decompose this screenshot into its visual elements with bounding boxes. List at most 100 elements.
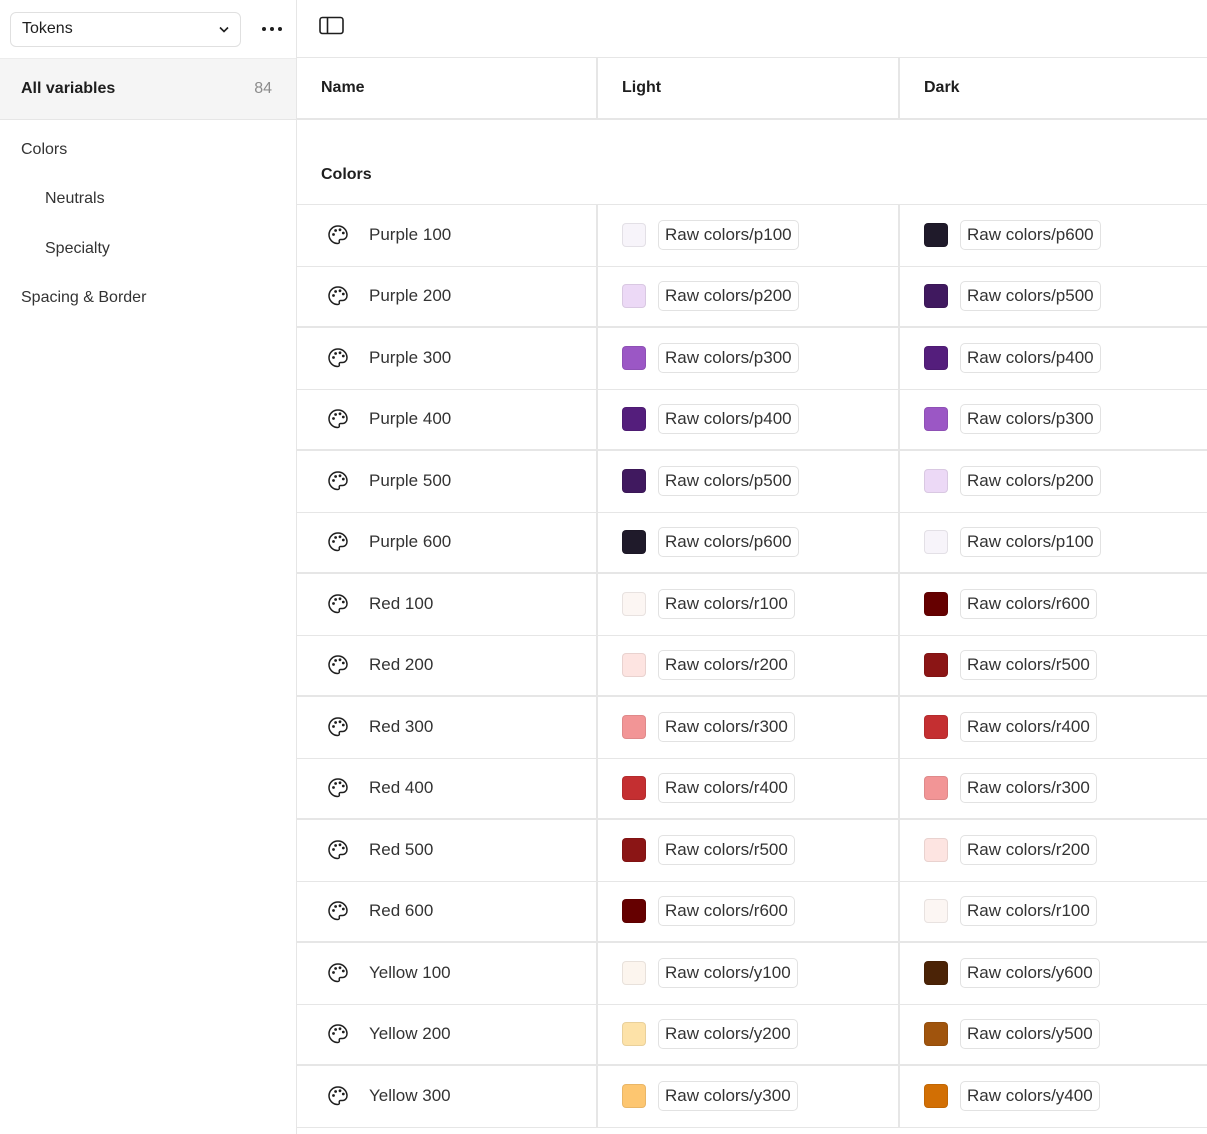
table-row[interactable]: Red 500 Raw colors/r500 Raw colors/r200 xyxy=(297,820,1207,882)
light-value-cell[interactable]: Raw colors/p200 xyxy=(598,266,900,326)
dark-value-cell[interactable]: Raw colors/r200 xyxy=(900,820,1207,881)
table-row[interactable]: Purple 300 Raw colors/p300 Raw colors/p4… xyxy=(297,328,1207,390)
light-color-swatch[interactable] xyxy=(622,592,646,617)
light-alias-chip[interactable]: Raw colors/p500 xyxy=(658,466,799,497)
sidebar-group-item[interactable]: Specialty xyxy=(0,224,296,274)
dark-color-swatch[interactable] xyxy=(924,838,948,863)
dark-alias-chip[interactable]: Raw colors/r500 xyxy=(960,650,1097,681)
dark-alias-chip[interactable]: Raw colors/r200 xyxy=(960,835,1097,866)
light-alias-chip[interactable]: Raw colors/r600 xyxy=(658,896,795,927)
light-color-swatch[interactable] xyxy=(622,284,646,309)
sidebar-group-item[interactable]: Neutrals xyxy=(0,175,296,225)
dark-color-swatch[interactable] xyxy=(924,776,948,801)
table-row[interactable]: Red 100 Raw colors/r100 Raw colors/r600 xyxy=(297,574,1207,636)
dark-alias-chip[interactable]: Raw colors/p400 xyxy=(960,343,1101,374)
light-value-cell[interactable]: Raw colors/p500 xyxy=(598,451,900,512)
dark-color-swatch[interactable] xyxy=(924,469,948,494)
dark-value-cell[interactable]: Raw colors/p600 xyxy=(900,205,1207,266)
light-color-swatch[interactable] xyxy=(622,469,646,494)
light-value-cell[interactable]: Raw colors/r400 xyxy=(598,758,900,818)
dark-alias-chip[interactable]: Raw colors/y600 xyxy=(960,958,1100,989)
dark-alias-chip[interactable]: Raw colors/p600 xyxy=(960,220,1101,251)
light-alias-chip[interactable]: Raw colors/p300 xyxy=(658,343,799,374)
dark-color-swatch[interactable] xyxy=(924,530,948,555)
dark-color-swatch[interactable] xyxy=(924,223,948,248)
light-value-cell[interactable]: Raw colors/y100 xyxy=(598,943,900,1004)
table-row[interactable]: Red 600 Raw colors/r600 Raw colors/r100 xyxy=(297,881,1207,943)
table-row[interactable]: Yellow 300 Raw colors/y300 Raw colors/y4… xyxy=(297,1066,1207,1128)
dark-value-cell[interactable]: Raw colors/y400 xyxy=(900,1066,1207,1127)
dark-alias-chip[interactable]: Raw colors/r100 xyxy=(960,896,1097,927)
light-value-cell[interactable]: Raw colors/p300 xyxy=(598,328,900,389)
light-value-cell[interactable]: Raw colors/p100 xyxy=(598,205,900,266)
light-alias-chip[interactable]: Raw colors/p600 xyxy=(658,527,799,558)
light-color-swatch[interactable] xyxy=(622,1084,646,1109)
dark-color-swatch[interactable] xyxy=(924,1022,948,1047)
table-row[interactable]: Red 200 Raw colors/r200 Raw colors/r500 xyxy=(297,635,1207,697)
dark-alias-chip[interactable]: Raw colors/p100 xyxy=(960,527,1101,558)
dark-color-swatch[interactable] xyxy=(924,899,948,924)
light-alias-chip[interactable]: Raw colors/p100 xyxy=(658,220,799,251)
dark-alias-chip[interactable]: Raw colors/y400 xyxy=(960,1081,1100,1112)
light-alias-chip[interactable]: Raw colors/r200 xyxy=(658,650,795,681)
dark-value-cell[interactable]: Raw colors/p300 xyxy=(900,390,1207,450)
table-row[interactable]: Purple 400 Raw colors/p400 Raw colors/p3… xyxy=(297,389,1207,451)
dark-value-cell[interactable]: Raw colors/p200 xyxy=(900,451,1207,512)
light-color-swatch[interactable] xyxy=(622,899,646,924)
light-color-swatch[interactable] xyxy=(622,776,646,801)
sidebar-toggle-icon[interactable] xyxy=(319,16,345,41)
table-row[interactable]: Purple 200 Raw colors/p200 Raw colors/p5… xyxy=(297,266,1207,328)
table-row[interactable]: Red 400 Raw colors/r400 Raw colors/r300 xyxy=(297,758,1207,820)
dark-value-cell[interactable]: Raw colors/r400 xyxy=(900,697,1207,758)
light-color-swatch[interactable] xyxy=(622,961,646,986)
dark-alias-chip[interactable]: Raw colors/p300 xyxy=(960,404,1101,435)
light-value-cell[interactable]: Raw colors/p600 xyxy=(598,512,900,572)
table-row[interactable]: Purple 100 Raw colors/p100 Raw colors/p6… xyxy=(297,205,1207,267)
light-value-cell[interactable]: Raw colors/r600 xyxy=(598,881,900,941)
light-color-swatch[interactable] xyxy=(622,346,646,371)
dark-value-cell[interactable]: Raw colors/p500 xyxy=(900,267,1207,327)
dark-alias-chip[interactable]: Raw colors/p500 xyxy=(960,281,1101,312)
light-alias-chip[interactable]: Raw colors/r500 xyxy=(658,835,795,866)
light-alias-chip[interactable]: Raw colors/y200 xyxy=(658,1019,798,1050)
light-alias-chip[interactable]: Raw colors/y100 xyxy=(658,958,798,989)
sidebar-group-item[interactable]: Spacing & Border xyxy=(0,274,296,324)
dark-alias-chip[interactable]: Raw colors/r400 xyxy=(960,712,1097,743)
dark-value-cell[interactable]: Raw colors/r600 xyxy=(900,574,1207,635)
table-row[interactable]: Yellow 100 Raw colors/y100 Raw colors/y6… xyxy=(297,943,1207,1005)
light-color-swatch[interactable] xyxy=(622,530,646,555)
table-row[interactable]: Red 300 Raw colors/r300 Raw colors/r400 xyxy=(297,697,1207,759)
dark-color-swatch[interactable] xyxy=(924,407,948,432)
table-row[interactable]: Purple 600 Raw colors/p600 Raw colors/p1… xyxy=(297,512,1207,574)
dark-value-cell[interactable]: Raw colors/r100 xyxy=(900,882,1207,942)
dark-color-swatch[interactable] xyxy=(924,653,948,678)
light-alias-chip[interactable]: Raw colors/y300 xyxy=(658,1081,798,1112)
light-color-swatch[interactable] xyxy=(622,223,646,248)
light-color-swatch[interactable] xyxy=(622,653,646,678)
dark-value-cell[interactable]: Raw colors/y600 xyxy=(900,943,1207,1004)
table-row[interactable]: Purple 500 Raw colors/p500 Raw colors/p2… xyxy=(297,451,1207,513)
light-alias-chip[interactable]: Raw colors/p400 xyxy=(658,404,799,435)
light-alias-chip[interactable]: Raw colors/p200 xyxy=(658,281,799,312)
dark-color-swatch[interactable] xyxy=(924,346,948,371)
sidebar-group-item[interactable]: Colors xyxy=(0,125,296,175)
light-value-cell[interactable]: Raw colors/y300 xyxy=(598,1066,900,1127)
dark-value-cell[interactable]: Raw colors/p400 xyxy=(900,328,1207,389)
dark-value-cell[interactable]: Raw colors/r300 xyxy=(900,759,1207,819)
dark-alias-chip[interactable]: Raw colors/p200 xyxy=(960,466,1101,497)
dark-value-cell[interactable]: Raw colors/y500 xyxy=(900,1005,1207,1065)
light-alias-chip[interactable]: Raw colors/r300 xyxy=(658,712,795,743)
light-value-cell[interactable]: Raw colors/r300 xyxy=(598,697,900,758)
dark-value-cell[interactable]: Raw colors/p100 xyxy=(900,513,1207,573)
light-color-swatch[interactable] xyxy=(622,1022,646,1047)
dark-value-cell[interactable]: Raw colors/r500 xyxy=(900,636,1207,696)
table-row[interactable]: Yellow 200 Raw colors/y200 Raw colors/y5… xyxy=(297,1004,1207,1066)
light-value-cell[interactable]: Raw colors/y200 xyxy=(598,1004,900,1064)
light-color-swatch[interactable] xyxy=(622,407,646,432)
more-options-icon[interactable] xyxy=(259,19,285,39)
collection-select[interactable]: Tokens xyxy=(10,11,241,47)
light-color-swatch[interactable] xyxy=(622,838,646,863)
dark-alias-chip[interactable]: Raw colors/y500 xyxy=(960,1019,1100,1050)
light-value-cell[interactable]: Raw colors/r500 xyxy=(598,820,900,881)
dark-color-swatch[interactable] xyxy=(924,715,948,740)
